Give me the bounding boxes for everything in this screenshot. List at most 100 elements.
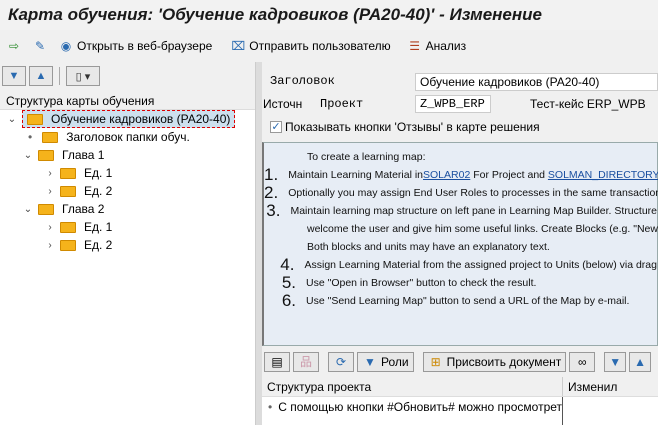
send-icon: ⌧ xyxy=(231,39,246,53)
collapse-icon[interactable]: ⌄ xyxy=(6,114,18,125)
folder-icon xyxy=(60,167,76,179)
tree-node[interactable]: › Ед. 2 xyxy=(0,182,255,200)
analysis-label: Анализ xyxy=(425,39,467,53)
step-text: welcome the user and give him some usefu… xyxy=(307,223,658,235)
assign-document-label: Присвоить документ xyxy=(446,355,562,369)
glasses-button[interactable]: ∞ xyxy=(569,352,596,372)
expand-icon[interactable]: › xyxy=(44,222,56,233)
project-input[interactable]: Z_WPB_ERP xyxy=(415,95,491,113)
node-label: Глава 1 xyxy=(62,148,105,162)
step-number: 6. xyxy=(281,291,296,310)
expand-all-button[interactable]: ▼ xyxy=(604,352,627,372)
step-number: 4. xyxy=(280,255,295,274)
tree-node[interactable]: › Ед. 2 xyxy=(0,236,255,254)
main-toolbar: ⇨ ✎ ◉ Открыть в веб-браузере ⌧ Отправить п… xyxy=(0,32,658,60)
folder-icon xyxy=(42,131,59,143)
column-changed-by[interactable]: Изменил xyxy=(563,377,622,396)
tree-node-root[interactable]: ⌄ Обучение кадровиков (PA20-40) xyxy=(0,110,255,128)
title-input[interactable]: Обучение кадровиков (PA20-40) xyxy=(415,73,658,91)
expand-icon[interactable]: › xyxy=(44,168,56,179)
new-document-button[interactable]: ▯ ▾ xyxy=(66,66,100,86)
separator xyxy=(59,67,60,85)
step-text: Maintain Learning Material in xyxy=(288,169,424,181)
step-text: Assign Learning Material from the assign… xyxy=(304,259,657,271)
collapse-icon[interactable]: ⌄ xyxy=(22,150,34,161)
refresh-button[interactable]: ⟳ xyxy=(328,352,354,372)
hierarchy-button[interactable]: 品 xyxy=(293,352,319,372)
node-label: Ед. 2 xyxy=(84,184,113,198)
assign-icon: ⊞ xyxy=(430,355,441,369)
selected-node: Обучение кадровиков (PA20-40) xyxy=(22,110,236,128)
solman-directory-link[interactable]: SOLMAN_DIRECTORY xyxy=(548,169,658,181)
step-number: 1. xyxy=(264,165,279,184)
folder-icon xyxy=(60,221,76,233)
folder-icon xyxy=(60,185,76,197)
tree-toolbar: ▼ ▲ ▯ ▾ xyxy=(0,62,255,90)
node-label: Ед. 1 xyxy=(84,166,113,180)
column-structure[interactable]: Структура проекта xyxy=(262,377,563,396)
tree-node[interactable]: › Ед. 1 xyxy=(0,164,255,182)
assign-document-button[interactable]: ⊞ Присвоить документ xyxy=(422,352,567,372)
feedback-checkbox-label: Показывать кнопки 'Отзывы' в карте решен… xyxy=(285,120,540,134)
title-label: Заголовок xyxy=(270,74,335,88)
send-user-button[interactable]: ⌧ Отправить пользователю xyxy=(230,38,390,54)
project-label: Проект xyxy=(320,97,364,111)
details-button[interactable]: ▤ xyxy=(264,352,290,372)
display-change-icon[interactable]: ✎ xyxy=(32,38,48,54)
folder-open-icon xyxy=(38,203,54,215)
step-text: Optionally you may assign End User Roles… xyxy=(288,187,658,199)
tree-node[interactable]: › Ед. 1 xyxy=(0,218,255,236)
bullet-icon: • xyxy=(28,130,33,144)
step-number: 5. xyxy=(281,273,296,292)
instructions-panel: To create a learning map: 1. Maintain Lea… xyxy=(262,142,658,346)
tree-pane: ▼ ▲ ▯ ▾ Структура карты обучения ⌄ Обуче… xyxy=(0,62,256,425)
expand-icon[interactable]: › xyxy=(44,186,56,197)
table-icon: ▤ xyxy=(271,355,283,369)
collapse-icon[interactable]: ⌄ xyxy=(22,204,34,215)
roles-button[interactable]: ▼ Роли xyxy=(357,352,414,372)
node-label: Ед. 2 xyxy=(84,238,113,252)
execute-icon[interactable]: ⇨ xyxy=(6,38,22,54)
tree-header: Структура карты обучения xyxy=(0,90,255,110)
collapse-all-button[interactable]: ▲ xyxy=(629,352,652,372)
open-browser-label: Открыть в веб-браузере xyxy=(77,39,213,53)
tree-node[interactable]: ⌄ Глава 2 xyxy=(0,200,255,218)
collapse-all-button[interactable]: ▲ xyxy=(29,66,53,86)
step-number: 2. xyxy=(264,183,279,202)
solar02-link[interactable]: SOLAR02 xyxy=(423,169,470,181)
globe-icon: ◉ xyxy=(60,39,72,53)
send-user-label: Отправить пользователю xyxy=(249,39,391,53)
tree-node[interactable]: • Заголовок папки обуч. xyxy=(0,128,255,146)
window-title: Карта обучения: 'Обучение кадровиков (PA… xyxy=(0,0,658,30)
step-number: 3. xyxy=(266,201,281,220)
open-browser-button[interactable]: ◉ Открыть в веб-браузере xyxy=(58,38,213,54)
testcase-text: Тест-кейс ERP_WPB xyxy=(530,97,646,111)
expand-all-button[interactable]: ▼ xyxy=(2,66,26,86)
project-grid-header: Структура проекта Изменил xyxy=(262,377,658,397)
folder-open-icon xyxy=(38,149,54,161)
intro-text: To create a learning map: xyxy=(307,151,426,163)
source-label: Источн xyxy=(263,97,303,111)
node-label: Обучение кадровиков (PA20-40) xyxy=(51,112,231,126)
node-label: Заголовок папки обуч. xyxy=(66,130,190,144)
project-toolbar: ▤ 品 ⟳ ▼ Роли ⊞ Присвоить документ ∞ ▼ ▲ xyxy=(262,350,658,374)
grid-row[interactable]: • С помощью кнопки #Обновить# можно просм… xyxy=(262,397,658,425)
bullet-icon: • xyxy=(268,400,273,414)
feedback-checkbox[interactable]: ✓ xyxy=(270,121,282,133)
refresh-icon: ⟳ xyxy=(335,355,347,369)
node-label: Глава 2 xyxy=(62,202,105,216)
roles-label: Роли xyxy=(381,355,409,369)
row-text: С помощью кнопки #Обновить# можно просмо… xyxy=(278,400,563,414)
step-text: Maintain learning map structure on left … xyxy=(290,205,657,217)
step-text: Use "Open in Browser" button to check th… xyxy=(306,277,537,289)
expand-icon[interactable]: › xyxy=(44,240,56,251)
step-text: Both blocks and units may have an explan… xyxy=(307,241,550,253)
analysis-button[interactable]: ☰ Анализ xyxy=(407,38,467,54)
step-text: Use "Send Learning Map" button to send a… xyxy=(306,295,630,307)
tree-node[interactable]: ⌄ Глава 1 xyxy=(0,146,255,164)
hierarchy-icon: 品 xyxy=(299,355,312,369)
filter-icon: ▼ xyxy=(364,355,376,369)
node-label: Ед. 1 xyxy=(84,220,113,234)
feedback-checkbox-row[interactable]: ✓ Показывать кнопки 'Отзывы' в карте реш… xyxy=(270,120,540,134)
folder-icon xyxy=(60,239,76,251)
